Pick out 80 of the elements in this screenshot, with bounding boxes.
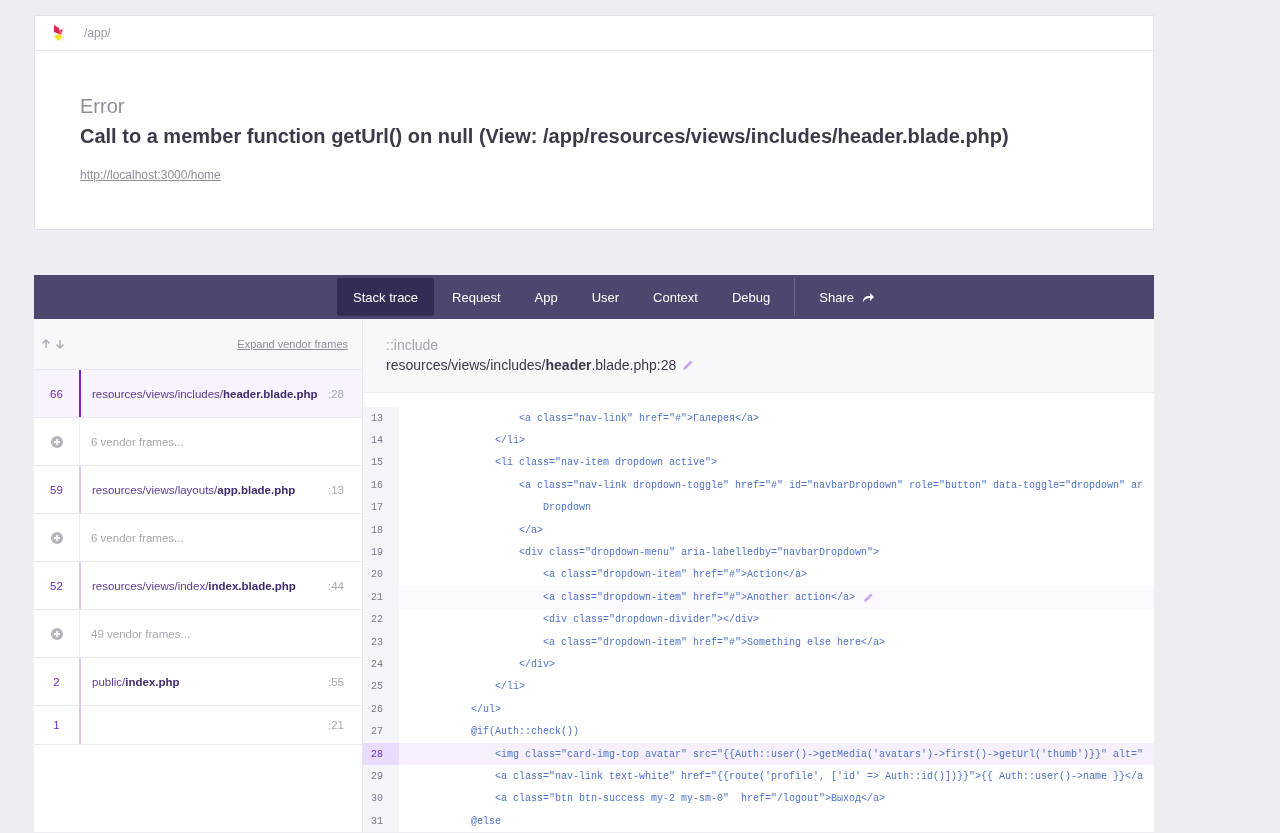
code-line: </a>	[518, 524, 544, 536]
code-line: <div class="dropdown-divider"></div>	[542, 614, 760, 626]
pencil-icon[interactable]	[863, 591, 875, 603]
line-number: 21	[363, 586, 399, 609]
code-line: @else	[470, 815, 502, 827]
frame-line-number: :13	[328, 482, 345, 498]
line-number: 31	[363, 810, 399, 833]
code-line: </div>	[518, 659, 556, 670]
line-number: 26	[363, 698, 399, 721]
code-line: </li>	[494, 681, 526, 693]
frame-file-path: resources/views/layouts/app.blade.php	[91, 482, 297, 498]
line-number: 13	[363, 407, 399, 430]
pencil-icon[interactable]	[682, 359, 695, 371]
frame-line-number: :55	[328, 674, 345, 690]
plus-circle-icon	[50, 435, 63, 448]
code-line: Dropdown	[542, 502, 592, 514]
tab[interactable]: Context	[637, 278, 714, 316]
vendor-frames-label: 49 vendor frames...	[90, 626, 192, 642]
sort-arrows-icon[interactable]	[41, 339, 67, 349]
frame-number: 1	[52, 718, 61, 733]
code-line: <a class="dropdown-item" href="#">Another action</a>	[542, 591, 856, 603]
stack-frame[interactable]: 2 public/index.php :55	[34, 658, 362, 706]
line-number: 17	[363, 496, 399, 519]
frame-line-number: :44	[328, 578, 345, 594]
code-line: <a class="dropdown-item" href="#">Something else here</a>	[542, 636, 886, 648]
error-type: Error	[80, 95, 126, 118]
plus-circle-icon	[50, 531, 63, 544]
stack-frame[interactable]: 59 resources/views/layouts/app.blade.php :13	[34, 466, 362, 514]
frame-line-number: :28	[328, 386, 345, 402]
vendor-frames-label: 6 vendor frames...	[90, 530, 185, 546]
line-number: 19	[363, 541, 399, 564]
code-file-path: resources/views/includes/header.blade.php:28	[386, 357, 677, 373]
tab[interactable]: Debug	[715, 278, 787, 316]
frame-number: 2	[52, 674, 61, 690]
frame-file-path: public/index.php	[91, 674, 181, 690]
line-number: 15	[363, 451, 399, 475]
stack-frame[interactable]: 1 :21	[34, 706, 362, 745]
share-button[interactable]: Share	[803, 278, 891, 316]
code-line: <li class="nav-item dropdown active">	[494, 457, 718, 469]
line-number: 27	[363, 720, 399, 743]
stack-frame[interactable]: 52 resources/views/index/index.blade.php :44	[34, 562, 362, 610]
vendor-frames-label: 6 vendor frames...	[90, 434, 185, 450]
code-line: <div class="dropdown-menu" aria-labelledby="navbarDropdown">	[518, 547, 880, 559]
code-line: <a class="nav-link" href="#">Галерея</a>	[518, 412, 760, 424]
frame-number: 59	[49, 482, 64, 498]
code-line: </li>	[494, 435, 526, 447]
code-line: </ul>	[470, 703, 502, 715]
line-number: 28	[363, 742, 399, 766]
tab[interactable]: Request	[436, 278, 517, 316]
tab[interactable]: App	[518, 278, 574, 316]
line-number: 22	[363, 608, 399, 631]
code-line: <a class="nav-link text-white" href="{{route('profile', ['id' => Auth::id()])}}">{{ Auth::user()->name }}</a	[494, 770, 1144, 782]
line-number: 18	[363, 518, 399, 542]
line-number: 24	[363, 653, 399, 676]
code-line: @if(Auth::check())	[470, 726, 580, 738]
line-number: 20	[363, 563, 399, 587]
frame-line-number: :21	[328, 718, 345, 733]
tab[interactable]: Stack trace	[337, 278, 435, 316]
frame-number: 66	[49, 386, 64, 402]
code-line: <a class="nav-link dropdown-toggle" href="#" id="navbarDropdown" role="button" data-toggle="dropdown" ar	[518, 479, 1144, 491]
frame-file-path: resources/views/index/index.blade.php	[91, 578, 297, 594]
line-number: 14	[363, 429, 399, 452]
line-number: 16	[363, 474, 399, 497]
share-arrow-icon	[861, 291, 875, 303]
line-number: 29	[363, 765, 399, 788]
app-path: /app/	[84, 26, 111, 40]
frame-method: ::include	[386, 337, 440, 353]
line-number: 23	[363, 630, 399, 654]
stack-frame[interactable]: 66 resources/views/includes/header.blade.php :28	[34, 370, 362, 418]
line-number: 30	[363, 787, 399, 811]
error-message: Call to a member function getUrl() on null (View: /app/resources/views/includes/header.blade.php)	[80, 125, 1010, 148]
line-number: 25	[363, 675, 399, 699]
code-line: <img class="card-img-top avatar" src="{{Auth::user()->getMedia('avatars')->first()->getUrl('thumb')}}" alt="	[494, 748, 1144, 760]
frame-file-path: resources/views/includes/header.blade.php	[91, 386, 319, 402]
code-line: <a class="dropdown-item" href="#">Action</a>	[542, 569, 808, 581]
tab[interactable]: User	[575, 278, 636, 316]
frame-number: 52	[49, 578, 64, 594]
code-line: <a class="btn btn-success my-2 my-sm-0" href="/logout">Выход</a>	[494, 793, 886, 805]
logo-icon	[52, 24, 64, 42]
plus-circle-icon	[50, 627, 63, 640]
